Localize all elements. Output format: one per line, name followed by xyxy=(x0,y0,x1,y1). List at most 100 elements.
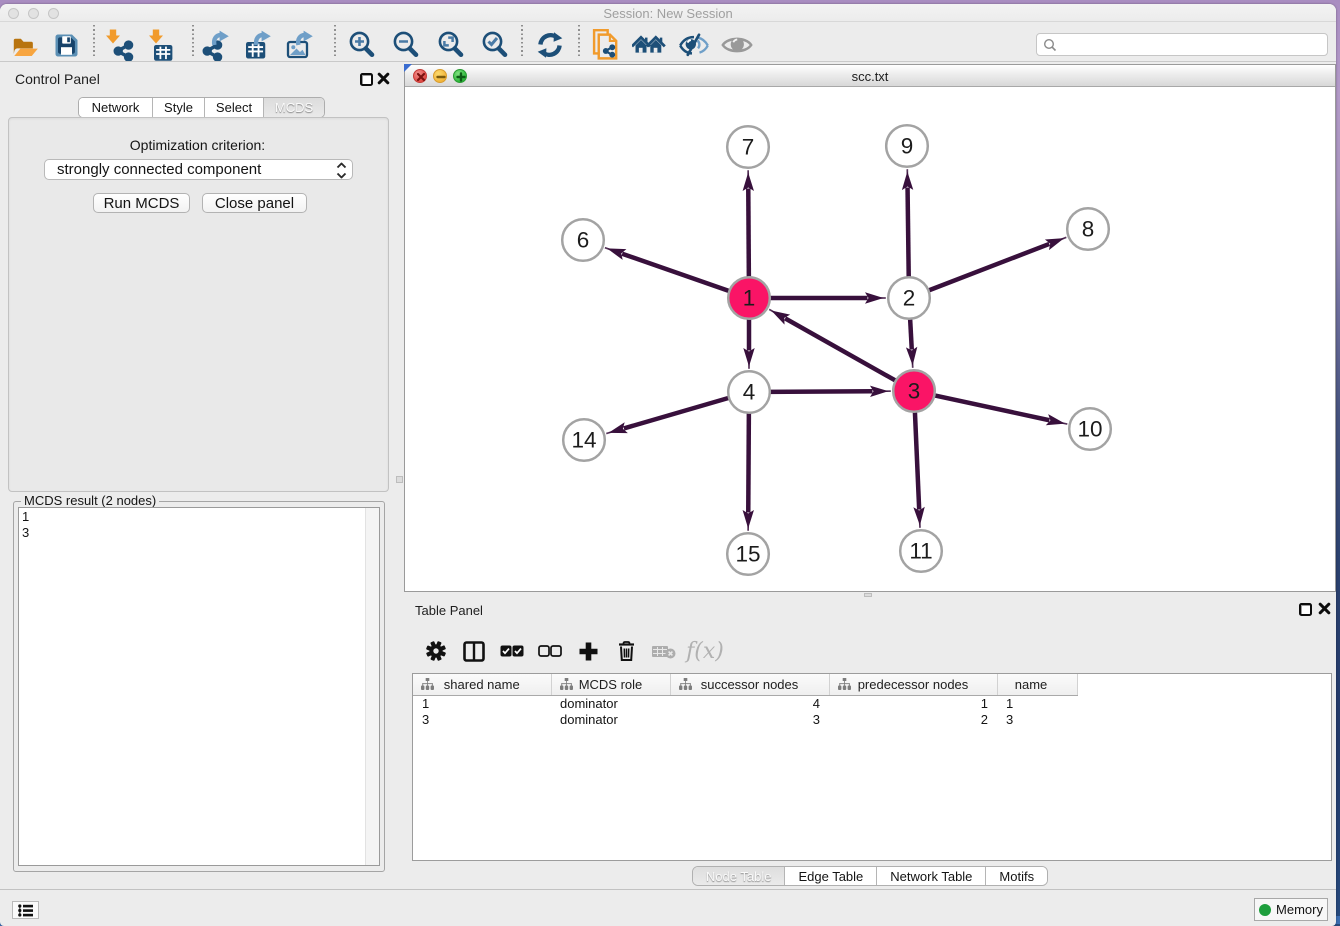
splitter-knob[interactable] xyxy=(864,593,872,597)
float-table-panel-icon[interactable] xyxy=(1299,603,1312,616)
criterion-dropdown[interactable]: strongly connected component xyxy=(44,159,353,180)
gear-icon xyxy=(426,641,446,661)
column-type-icon xyxy=(838,678,851,690)
tab-select[interactable]: Select xyxy=(205,98,264,117)
delete-row-button[interactable] xyxy=(607,641,645,661)
edge-2-8[interactable] xyxy=(927,244,1050,291)
table-tab-network-table[interactable]: Network Table xyxy=(877,867,986,885)
home-layout-button[interactable] xyxy=(632,28,666,62)
function-builder-button[interactable]: f(x) xyxy=(683,639,721,664)
app-title: Session: New Session xyxy=(0,6,1336,21)
table-tabs: Node TableEdge TableNetwork TableMotifs xyxy=(404,866,1336,886)
control-panel-title: Control Panel xyxy=(15,71,100,87)
run-mcds-button[interactable]: Run MCDS xyxy=(93,193,190,213)
hide-graphics-details-button[interactable] xyxy=(677,28,711,62)
criterion-value: strongly connected component xyxy=(57,161,261,178)
table-cell[interactable]: 3 xyxy=(997,711,1077,727)
arrowhead-1-7 xyxy=(743,173,754,192)
float-panel-icon[interactable] xyxy=(360,73,373,86)
task-history-button[interactable] xyxy=(12,901,39,919)
tab-mcds[interactable]: MCDS xyxy=(264,98,324,117)
show-graphics-details-button[interactable] xyxy=(720,28,754,62)
table-cell[interactable]: 3 xyxy=(413,711,551,727)
open-file-button[interactable] xyxy=(5,28,39,62)
memory-button[interactable]: Memory xyxy=(1254,898,1328,921)
vertical-splitter[interactable] xyxy=(395,62,404,889)
table-row[interactable]: 3dominator323 xyxy=(413,711,1095,727)
column-header-name[interactable]: name xyxy=(997,674,1077,695)
graph-node-label-15: 15 xyxy=(735,542,760,567)
zoom-out-button[interactable] xyxy=(389,28,423,62)
refresh-button[interactable] xyxy=(533,28,567,62)
column-header-MCDS-role[interactable]: MCDS role xyxy=(551,674,670,695)
create-column-button[interactable] xyxy=(569,642,607,661)
column-header-predecessor-nodes[interactable]: predecessor nodes xyxy=(829,674,997,695)
table-tab-edge-table[interactable]: Edge Table xyxy=(785,867,877,885)
edge-3-11[interactable] xyxy=(915,410,919,510)
table-tab-node-table[interactable]: Node Table xyxy=(693,867,786,885)
column-header-successor-nodes[interactable]: successor nodes xyxy=(670,674,829,695)
export-image-button[interactable] xyxy=(284,28,318,62)
edge-4-14[interactable] xyxy=(624,397,731,428)
close-panel-icon[interactable] xyxy=(377,72,390,85)
toolbar-separator xyxy=(521,25,523,58)
graph-node-label-10: 10 xyxy=(1077,417,1102,442)
close-table-panel-icon[interactable] xyxy=(1318,602,1331,615)
graph-node-label-14: 14 xyxy=(571,428,596,453)
search-box[interactable] xyxy=(1036,33,1328,56)
import-table-button[interactable] xyxy=(144,28,178,62)
toggle-column-view-button[interactable] xyxy=(455,641,493,662)
zoom-in-button[interactable] xyxy=(345,28,379,62)
column-type-icon xyxy=(679,678,692,690)
edge-3-1[interactable] xyxy=(785,318,897,381)
tab-network[interactable]: Network xyxy=(79,98,153,117)
table-cell[interactable]: 1 xyxy=(997,695,1077,711)
export-table-button[interactable] xyxy=(242,28,276,62)
control-panel: Control Panel Network Style Select MCDS … xyxy=(0,62,395,889)
table-tab-motifs[interactable]: Motifs xyxy=(986,867,1047,885)
table-settings-button[interactable] xyxy=(417,641,455,661)
table-row[interactable]: 1dominator411 xyxy=(413,695,1095,711)
import-network-button[interactable] xyxy=(101,28,135,62)
clone-network-button[interactable] xyxy=(589,28,623,62)
zoom-selected-button[interactable] xyxy=(478,28,512,62)
table-cell[interactable]: 4 xyxy=(670,695,829,711)
table-cell[interactable]: dominator xyxy=(551,711,670,727)
table-cell[interactable]: 2 xyxy=(829,711,997,727)
search-input[interactable] xyxy=(1061,37,1327,52)
dropdown-arrows-icon xyxy=(336,162,347,179)
arrowhead-4-15 xyxy=(743,510,754,529)
network-window-title: scc.txt xyxy=(405,69,1335,84)
table-cell[interactable]: 1 xyxy=(829,695,997,711)
select-all-columns-button[interactable] xyxy=(493,645,531,657)
edge-2-3[interactable] xyxy=(910,317,912,350)
close-panel-button[interactable]: Close panel xyxy=(202,193,307,213)
edge-1-7[interactable] xyxy=(748,188,749,279)
delete-column-button[interactable] xyxy=(645,644,683,659)
edge-4-3[interactable] xyxy=(768,391,873,392)
edge-2-9[interactable] xyxy=(908,187,909,279)
table-cell[interactable]: 3 xyxy=(670,711,829,727)
app-titlebar[interactable]: Session: New Session xyxy=(0,4,1336,22)
memory-status-dot xyxy=(1259,904,1271,916)
table-cell[interactable]: 1 xyxy=(413,695,551,711)
mcds-result-textarea[interactable]: 1 3 xyxy=(18,507,380,866)
export-network-button[interactable] xyxy=(200,28,234,62)
edge-3-10[interactable] xyxy=(932,395,1049,420)
column-header-shared-name[interactable]: shared name xyxy=(413,674,551,695)
tab-style[interactable]: Style xyxy=(153,98,205,117)
unselect-all-columns-button[interactable] xyxy=(531,645,569,657)
table-cell[interactable]: dominator xyxy=(551,695,670,711)
edge-1-6[interactable] xyxy=(622,254,731,292)
edge-4-15[interactable] xyxy=(748,411,749,513)
result-scrollbar[interactable] xyxy=(365,508,379,865)
mcds-result-title: MCDS result (2 nodes) xyxy=(21,493,159,508)
zoom-fit-button[interactable] xyxy=(434,28,468,62)
network-canvas[interactable]: 1234678910111415 xyxy=(405,87,1335,591)
control-panel-tabs: Network Style Select MCDS xyxy=(78,97,325,118)
splitter-knob[interactable] xyxy=(396,476,403,483)
arrowhead-1-2 xyxy=(865,292,884,303)
table-panel: Table Panel f(x) shared nameMCDS rolesuc… xyxy=(404,598,1336,889)
network-window-titlebar[interactable]: scc.txt xyxy=(405,65,1335,87)
save-session-button[interactable] xyxy=(49,28,83,62)
